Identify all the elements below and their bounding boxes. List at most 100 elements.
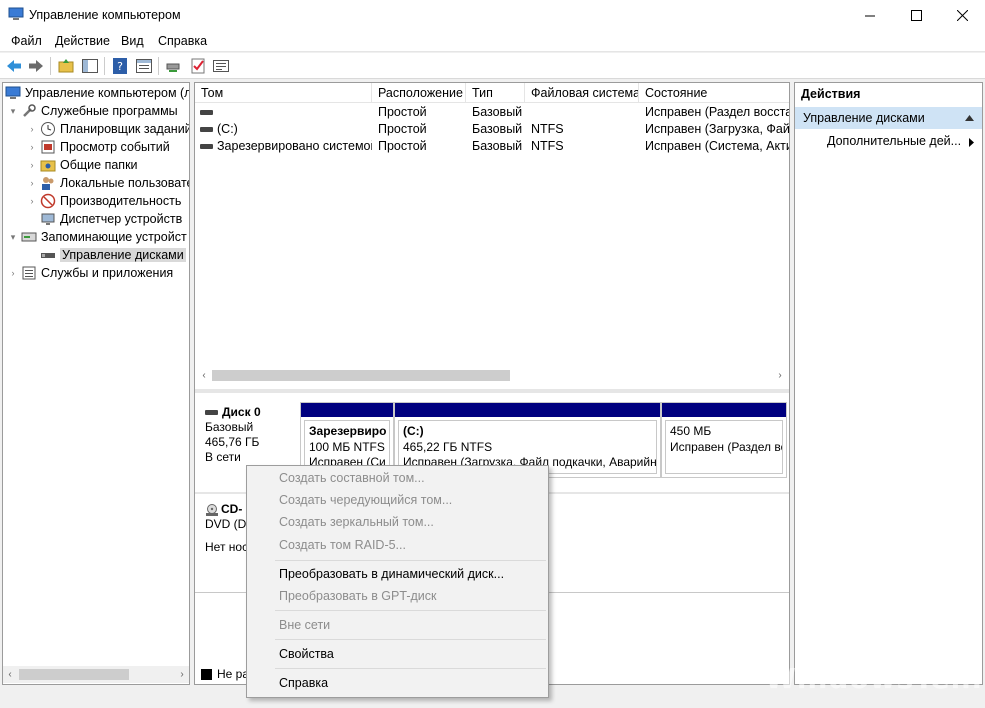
tree-storage-label: Запоминающие устройст [41, 230, 187, 244]
volume-row[interactable]: (C:) Простой Базовый NTFS Исправен (Загр… [195, 121, 789, 138]
actions-section-disk-management[interactable]: Управление дисками [795, 107, 982, 129]
tree-disk-management[interactable]: Управление дисками [40, 246, 186, 264]
menu-convert-to-gpt[interactable]: Преобразовать в GPT-диск [279, 589, 436, 603]
scroll-right-icon[interactable]: › [175, 666, 189, 683]
maximize-button[interactable] [893, 0, 939, 30]
volume-icon [200, 127, 213, 133]
menu-separator [275, 668, 546, 669]
volume-type: Базовый [472, 139, 523, 153]
checklist-icon[interactable] [189, 57, 207, 75]
menu-create-striped-volume[interactable]: Создать чередующийся том... [279, 493, 452, 507]
tree-horizontal-scrollbar[interactable]: ‹ › [3, 666, 189, 683]
menu-file[interactable]: Файл [11, 34, 42, 48]
storage-icon [21, 232, 37, 242]
device-manager-icon [41, 213, 55, 225]
expand-arrow-icon[interactable]: › [7, 267, 19, 279]
scroll-left-icon[interactable]: ‹ [3, 666, 17, 683]
tree-event-viewer[interactable]: › Просмотр событий [26, 138, 170, 156]
menu-create-spanned-volume[interactable]: Создать составной том... [279, 471, 425, 485]
partition-status: Исправен (Раздел во [670, 439, 783, 454]
help-icon[interactable]: ? [111, 57, 129, 75]
disk0-label[interactable]: Диск 0 Базовый 465,76 ГБ В сети [197, 405, 295, 465]
menu-help[interactable]: Справка [158, 34, 207, 48]
computer-management-icon [8, 7, 24, 20]
menu-action[interactable]: Действие [55, 34, 110, 48]
column-layout[interactable]: Расположение [372, 83, 466, 103]
scroll-thumb[interactable] [19, 669, 129, 680]
volume-name: Зарезервировано системой [217, 139, 372, 153]
up-folder-icon[interactable] [57, 57, 75, 75]
show-hide-tree-icon[interactable] [81, 57, 99, 75]
partition-size: 100 МБ NTFS [309, 439, 385, 454]
minimize-icon [864, 15, 875, 16]
clock-icon [41, 122, 55, 136]
tree-root-label: Управление компьютером (л [25, 86, 190, 100]
close-button[interactable] [939, 0, 985, 30]
collapse-arrow-icon[interactable]: ▾ [7, 231, 19, 243]
tree-system-tools[interactable]: ▾ Служебные программы [7, 102, 178, 120]
menu-create-raid5-volume[interactable]: Создать том RAID-5... [279, 538, 406, 552]
partition-recovery[interactable]: 450 МБ Исправен (Раздел во [661, 402, 787, 478]
tree-local-users[interactable]: › Локальные пользовате [26, 174, 189, 192]
menu-create-mirrored-volume[interactable]: Создать зеркальный том... [279, 515, 434, 529]
volume-layout: Простой [378, 122, 427, 136]
expand-arrow-icon[interactable]: › [26, 177, 38, 189]
tree-services-label: Службы и приложения [41, 266, 174, 280]
volume-icon [200, 144, 213, 150]
properties-icon[interactable] [135, 57, 153, 75]
column-type[interactable]: Тип [466, 83, 525, 103]
forward-arrow-icon[interactable] [27, 57, 45, 75]
scroll-left-icon[interactable]: ‹ [197, 367, 211, 384]
tree-storage[interactable]: ▾ Запоминающие устройст [7, 228, 187, 246]
tree-root[interactable]: Управление компьютером (л [5, 84, 190, 102]
performance-icon [40, 193, 56, 209]
menu-help[interactable]: Справка [279, 676, 328, 690]
actions-header: Действия [801, 87, 861, 101]
minimize-button[interactable] [847, 0, 893, 30]
collapse-arrow-icon[interactable]: ▾ [7, 105, 19, 117]
tree-task-scheduler-label: Планировщик заданий [60, 122, 190, 136]
expand-arrow-icon[interactable]: › [26, 123, 38, 135]
tree-disk-management-label: Управление дисками [60, 248, 186, 262]
toolbar-separator [50, 57, 51, 75]
tree-shared-folders[interactable]: › Общие папки [26, 156, 138, 174]
collapse-up-icon[interactable] [965, 115, 974, 121]
menu-properties[interactable]: Свойства [279, 647, 334, 661]
column-file-system[interactable]: Файловая система [525, 83, 639, 103]
more-actions-label: Дополнительные дей... [827, 134, 962, 148]
volume-file-system [531, 104, 639, 121]
tree-services[interactable]: › Службы и приложения [7, 264, 174, 282]
list-icon[interactable] [212, 57, 230, 75]
disk-icon [205, 410, 218, 416]
expand-arrow-icon[interactable]: › [26, 141, 38, 153]
menu-offline[interactable]: Вне сети [279, 618, 330, 632]
tree-task-scheduler[interactable]: › Планировщик заданий [26, 120, 190, 138]
tree-shared-folders-label: Общие папки [60, 158, 138, 172]
expand-arrow-icon[interactable]: › [26, 195, 38, 207]
expand-arrow-icon[interactable]: › [26, 159, 38, 171]
back-arrow-icon[interactable] [5, 57, 23, 75]
shared-folder-icon [40, 160, 56, 172]
volume-row[interactable]: Простой Базовый Исправен (Раздел восстан [195, 104, 789, 121]
list-horizontal-scrollbar[interactable]: ‹ › [195, 367, 789, 384]
volume-row[interactable]: Зарезервировано системой Простой Базовый… [195, 138, 789, 155]
tree-performance[interactable]: › Производительность [26, 192, 181, 210]
pane-splitter[interactable] [195, 389, 789, 393]
volume-name: (C:) [217, 122, 238, 136]
volume-status: Исправен (Раздел восстан [645, 105, 789, 119]
more-actions[interactable]: Дополнительные дей... [827, 134, 961, 148]
column-volume[interactable]: Том [195, 83, 372, 103]
menu-separator [275, 639, 546, 640]
menu-separator [275, 560, 546, 561]
menu-view[interactable]: Вид [121, 34, 144, 48]
menu-separator [275, 610, 546, 611]
connect-icon[interactable] [165, 57, 183, 75]
scroll-thumb[interactable] [212, 370, 510, 381]
column-status[interactable]: Состояние [639, 83, 789, 103]
legend-unallocated: Не ра [217, 667, 250, 681]
tree-device-manager[interactable]: Диспетчер устройств [40, 210, 182, 228]
event-viewer-icon [41, 140, 55, 154]
submenu-arrow-icon[interactable] [969, 138, 974, 147]
menu-convert-to-dynamic[interactable]: Преобразовать в динамический диск... [279, 567, 504, 581]
scroll-right-icon[interactable]: › [773, 367, 787, 384]
